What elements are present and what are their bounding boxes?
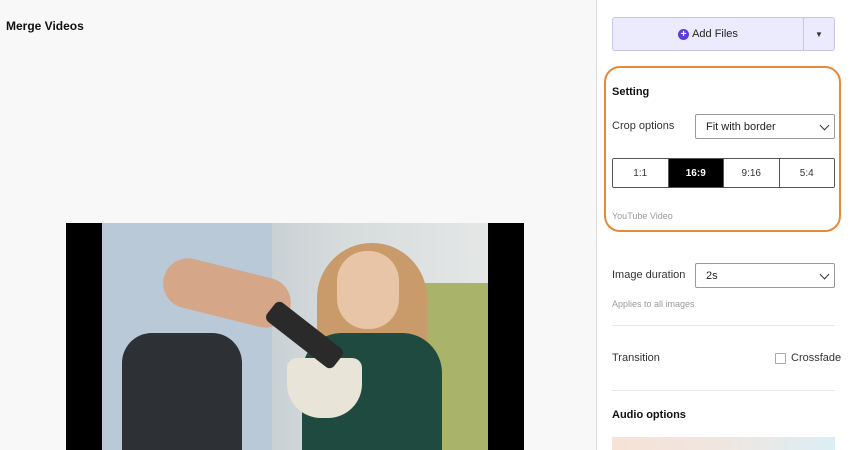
video-preview[interactable] bbox=[66, 223, 524, 450]
chevron-down-icon bbox=[819, 120, 830, 130]
crop-options-label: Crop options bbox=[612, 120, 675, 132]
preview-image bbox=[102, 223, 488, 450]
image-duration-value: 2s bbox=[706, 269, 718, 282]
aspect-ratio-group: 1:1 16:9 9:16 5:4 bbox=[612, 158, 835, 188]
add-files-button[interactable]: + Add Files bbox=[612, 17, 803, 51]
page-title: Merge Videos bbox=[6, 19, 84, 33]
audio-track-preview[interactable] bbox=[612, 437, 835, 450]
setting-title: Setting bbox=[612, 86, 650, 98]
add-files-label: Add Files bbox=[692, 28, 738, 40]
ratio-1-1-button[interactable]: 1:1 bbox=[613, 159, 668, 187]
image-duration-select[interactable]: 2s bbox=[695, 263, 835, 288]
crossfade-checkbox[interactable] bbox=[775, 353, 786, 364]
divider bbox=[612, 390, 835, 391]
transition-label: Transition bbox=[612, 352, 660, 364]
main-panel: Merge Videos bbox=[0, 0, 597, 450]
ratio-hint: YouTube Video bbox=[612, 211, 673, 221]
crop-options-select[interactable]: Fit with border bbox=[695, 114, 835, 139]
add-circle-icon: + bbox=[678, 28, 690, 40]
ratio-5-4-button[interactable]: 5:4 bbox=[778, 159, 834, 187]
caret-down-icon: ▼ bbox=[815, 29, 823, 39]
divider bbox=[612, 325, 835, 326]
ratio-16-9-button[interactable]: 16:9 bbox=[667, 159, 723, 187]
audio-options-title: Audio options bbox=[612, 409, 686, 421]
crossfade-label[interactable]: Crossfade bbox=[791, 352, 841, 364]
crop-options-value: Fit with border bbox=[706, 120, 776, 133]
chevron-down-icon bbox=[819, 269, 830, 279]
ratio-9-16-button[interactable]: 9:16 bbox=[723, 159, 779, 187]
image-duration-hint: Applies to all images bbox=[612, 299, 695, 309]
image-duration-label: Image duration bbox=[612, 269, 686, 281]
add-files-dropdown-button[interactable]: ▼ bbox=[803, 17, 835, 51]
settings-sidebar: + Add Files ▼ Setting Crop options Fit w… bbox=[597, 0, 850, 450]
